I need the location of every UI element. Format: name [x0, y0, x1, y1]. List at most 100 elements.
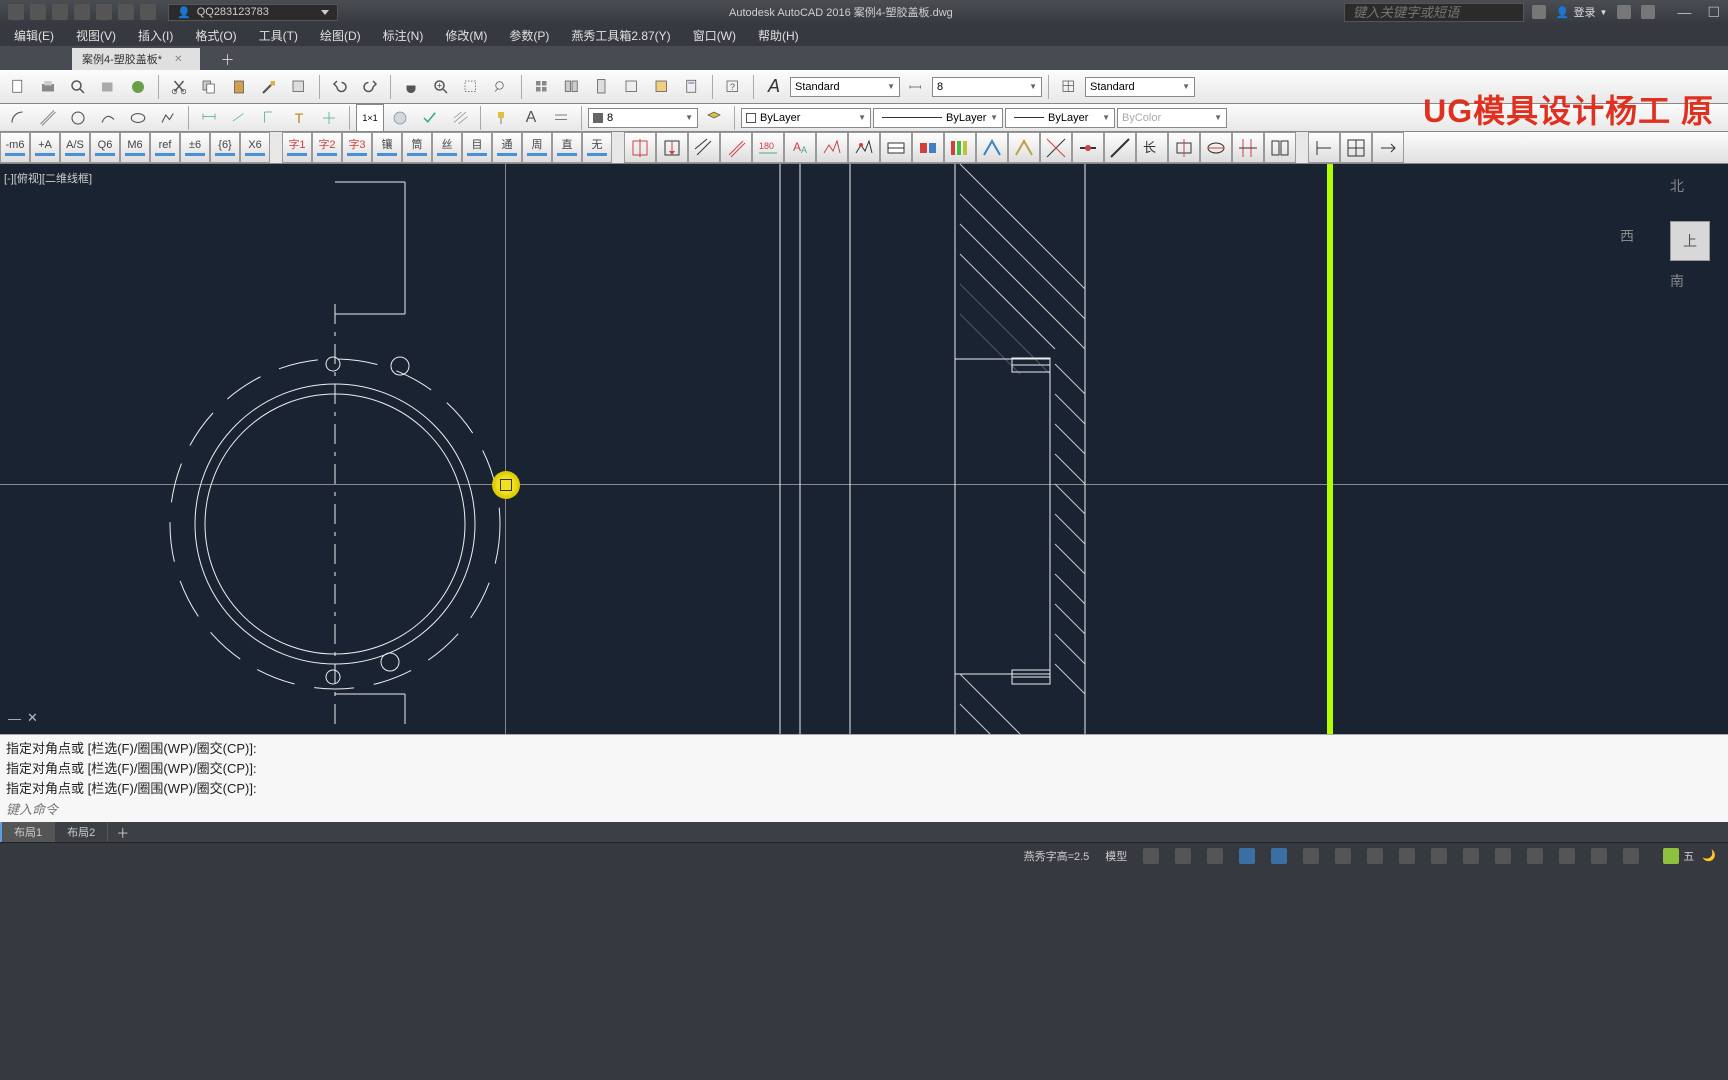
cbtn-plus-a[interactable]: +A: [30, 132, 60, 163]
menu-modify[interactable]: 修改(M): [435, 25, 497, 46]
qq-contact-box[interactable]: 👤 QQ283123783: [168, 4, 338, 21]
exchange-icon[interactable]: [1617, 5, 1631, 19]
status-customize-icon[interactable]: [1623, 848, 1639, 864]
check-icon[interactable]: [416, 104, 444, 132]
cbtn-tool-01[interactable]: [624, 132, 656, 163]
lineweight-dropdown[interactable]: ByLayer▼: [1005, 108, 1115, 128]
dim-ordinate-icon[interactable]: [255, 104, 283, 132]
match-properties-icon[interactable]: [255, 73, 283, 101]
status-osnap-icon[interactable]: [1271, 848, 1287, 864]
cbtn-tool-20[interactable]: [1232, 132, 1264, 163]
pan-icon[interactable]: [397, 73, 425, 101]
zoom-realtime-icon[interactable]: [427, 73, 455, 101]
cbtn-tong[interactable]: 筒: [402, 132, 432, 163]
cbtn-tool-02[interactable]: [656, 132, 688, 163]
print-preview-icon[interactable]: [64, 73, 92, 101]
cbtn-tool-09[interactable]: [880, 132, 912, 163]
dim-aligned-icon[interactable]: [225, 104, 253, 132]
zoom-previous-icon[interactable]: [487, 73, 515, 101]
status-ortho-icon[interactable]: [1207, 848, 1223, 864]
properties-icon[interactable]: [528, 73, 556, 101]
status-grid-icon[interactable]: [1143, 848, 1159, 864]
status-annotation-icon[interactable]: [1431, 848, 1447, 864]
cbtn-tool-21[interactable]: [1264, 132, 1296, 163]
menu-insert[interactable]: 插入(I): [128, 25, 183, 46]
status-workspace-icon[interactable]: [1463, 848, 1479, 864]
viewcube-north[interactable]: 北: [1670, 176, 1684, 196]
app-menu-icon[interactable]: [8, 4, 24, 20]
cbtn-tool-14[interactable]: [1040, 132, 1072, 163]
viewcube-south[interactable]: 南: [1670, 271, 1684, 291]
cbtn-wu[interactable]: 无: [582, 132, 612, 163]
status-transparency-icon[interactable]: [1367, 848, 1383, 864]
status-model-space[interactable]: 模型: [1099, 846, 1133, 866]
cbtn-tool-07[interactable]: [816, 132, 848, 163]
close-tab-icon[interactable]: ✕: [174, 54, 182, 65]
cbtn-mu[interactable]: 目: [462, 132, 492, 163]
command-window[interactable]: 指定对角点或 [栏选(F)/圈围(WP)/圈交(CP)]: 指定对角点或 [栏选…: [0, 734, 1728, 822]
leader-icon[interactable]: [547, 104, 575, 132]
circle-icon[interactable]: [64, 104, 92, 132]
cbtn-tool-08[interactable]: [848, 132, 880, 163]
zoom-window-icon[interactable]: [457, 73, 485, 101]
color-dropdown[interactable]: ByLayer▼: [741, 108, 871, 128]
layout-tab[interactable]: 布局1: [0, 822, 55, 842]
cbtn-m6-minus[interactable]: -m6: [0, 132, 30, 163]
menu-edit[interactable]: 编辑(E): [4, 25, 64, 46]
cbtn-tool-18[interactable]: [1168, 132, 1200, 163]
cbtn-tool-16[interactable]: [1104, 132, 1136, 163]
maximize-button[interactable]: ☐: [1707, 4, 1720, 21]
menu-format[interactable]: 格式(O): [185, 25, 246, 46]
cbtn-m6[interactable]: M6: [120, 132, 150, 163]
drawing-viewport[interactable]: [-][俯视][二维线框]: [0, 164, 1728, 734]
status-otrack-icon[interactable]: [1303, 848, 1319, 864]
viewcube[interactable]: 北 西 南 上: [1620, 176, 1710, 286]
table-style-icon[interactable]: [1055, 73, 1083, 101]
command-input[interactable]: [6, 799, 1722, 822]
cbtn-brace6[interactable]: {6}: [210, 132, 240, 163]
qat-undo-icon[interactable]: [96, 4, 112, 20]
cbtn-zi1[interactable]: 字1: [282, 132, 312, 163]
cbtn-xiang[interactable]: 镶: [372, 132, 402, 163]
menu-draw[interactable]: 绘图(D): [310, 25, 371, 46]
cbtn-tool-17[interactable]: 长: [1136, 132, 1168, 163]
polyline-icon[interactable]: [154, 104, 182, 132]
cbtn-tool-22[interactable]: [1308, 132, 1340, 163]
viewcube-west[interactable]: 西: [1620, 226, 1634, 246]
cbtn-zi2[interactable]: 字2: [312, 132, 342, 163]
minimize-button[interactable]: —: [1677, 4, 1691, 21]
qat-redo-icon[interactable]: [118, 4, 134, 20]
revision-cloud-icon[interactable]: [386, 104, 414, 132]
status-isolate-icon[interactable]: [1527, 848, 1543, 864]
cbtn-tong2[interactable]: 通: [492, 132, 522, 163]
dim-center-icon[interactable]: [315, 104, 343, 132]
layer-manager-icon[interactable]: [700, 104, 728, 132]
add-document-tab[interactable]: ＋: [212, 50, 242, 70]
cbtn-zi3[interactable]: 字3: [342, 132, 372, 163]
infocenter-icon[interactable]: [1532, 5, 1546, 19]
new-file-icon[interactable]: [4, 73, 32, 101]
table-style-dropdown[interactable]: Standard▼: [1085, 77, 1195, 97]
help-icon[interactable]: [1641, 5, 1655, 19]
cbtn-tool-23[interactable]: [1340, 132, 1372, 163]
cbtn-tool-24[interactable]: [1372, 132, 1404, 163]
cbtn-tool-06[interactable]: AA: [784, 132, 816, 163]
cbtn-tool-15[interactable]: [1072, 132, 1104, 163]
sheet-set-icon[interactable]: [618, 73, 646, 101]
help-button-icon[interactable]: ?: [719, 73, 747, 101]
undo-icon[interactable]: [326, 73, 354, 101]
cbtn-tool-13[interactable]: [1008, 132, 1040, 163]
plotstyle-dropdown[interactable]: ByColor▼: [1117, 108, 1227, 128]
status-yanxiu-height[interactable]: 燕秀字高=2.5: [1018, 846, 1096, 866]
arc-icon[interactable]: [4, 104, 32, 132]
status-polar-icon[interactable]: [1239, 848, 1255, 864]
menu-dimension[interactable]: 标注(N): [373, 25, 434, 46]
cbtn-q6[interactable]: Q6: [90, 132, 120, 163]
cbtn-pm6[interactable]: ±6: [180, 132, 210, 163]
qat-plot-icon[interactable]: [140, 4, 156, 20]
text-style-icon[interactable]: A: [760, 73, 788, 101]
paint-icon[interactable]: [487, 104, 515, 132]
wireframe-close[interactable]: —✕: [8, 710, 38, 726]
status-annotation-monitor-icon[interactable]: [1495, 848, 1511, 864]
qat-open-icon[interactable]: [52, 4, 68, 20]
